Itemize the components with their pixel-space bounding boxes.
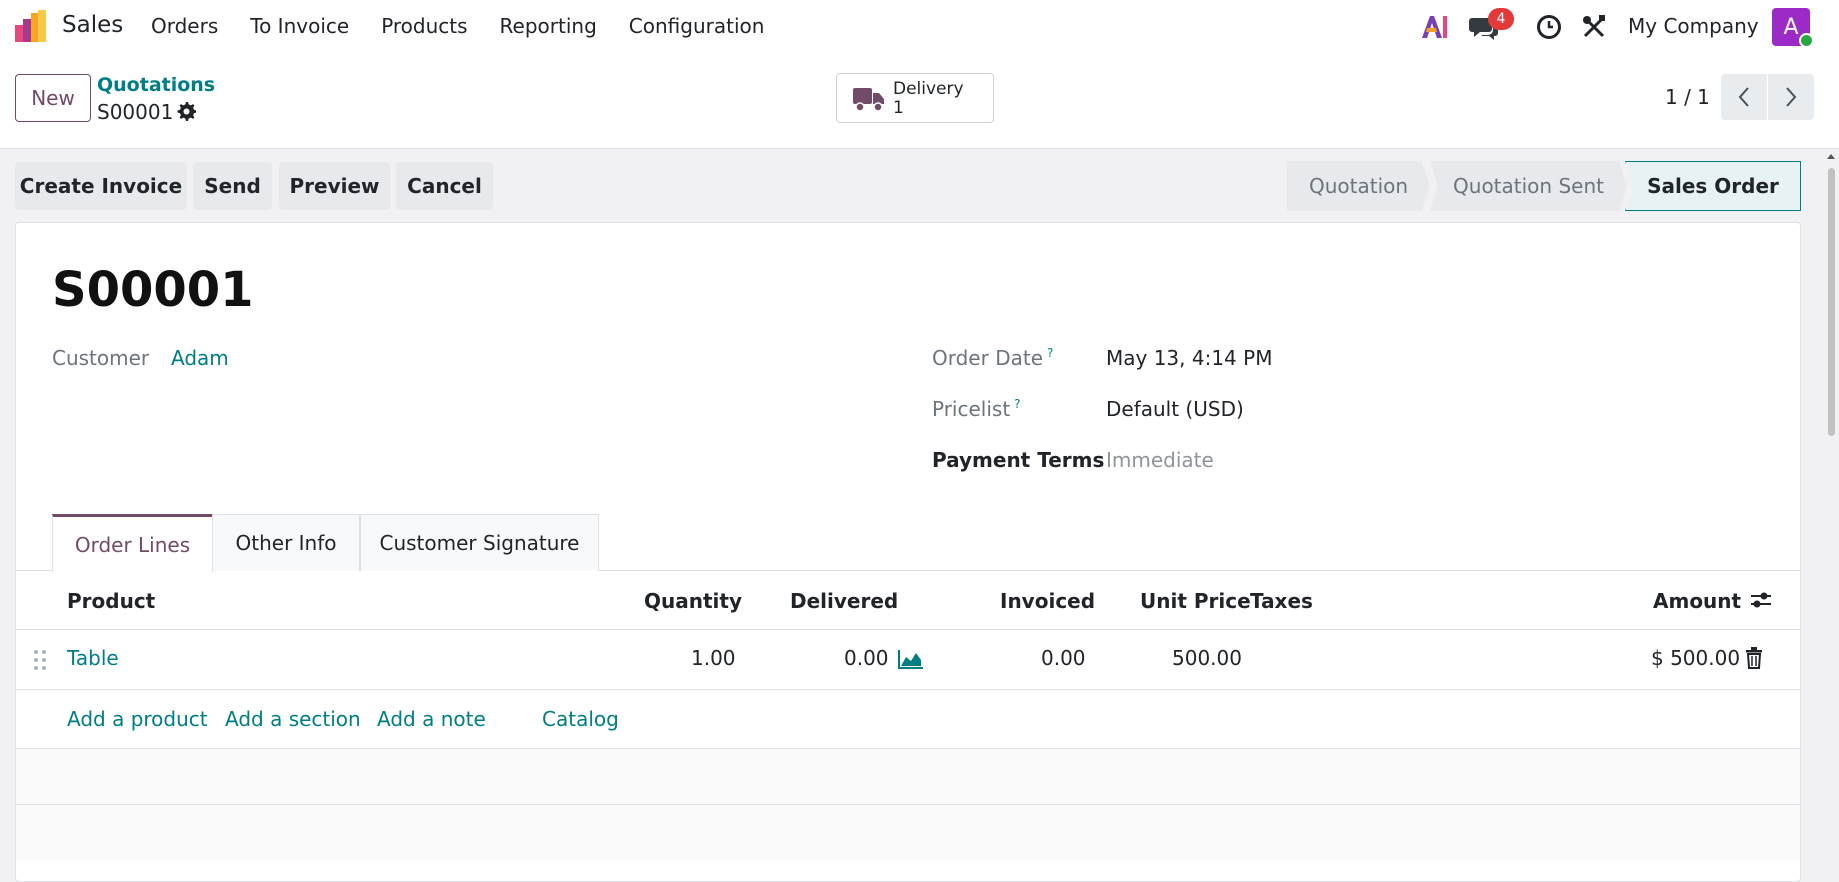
table-header-divider [15, 629, 1801, 630]
delivery-count: 1 [893, 98, 904, 118]
menu-item-to-invoice[interactable]: To Invoice [250, 14, 349, 38]
cell-amount: $ 500.00 [1651, 646, 1741, 670]
order-title: S00001 [52, 262, 254, 318]
payment-terms-field[interactable]: Immediate [1106, 448, 1214, 472]
top-navbar: Sales Orders To Invoice Products Reporti… [0, 0, 1839, 54]
delivery-label: Delivery [893, 79, 964, 99]
cancel-button[interactable]: Cancel [396, 162, 493, 210]
cell-invoiced: 0.00 [1041, 646, 1086, 670]
add-product-link[interactable]: Add a product [67, 707, 208, 731]
new-button[interactable]: New [15, 74, 91, 122]
company-switcher[interactable]: My Company [1628, 14, 1759, 38]
chevron-right-icon [1786, 87, 1797, 107]
create-invoice-button[interactable]: Create Invoice [15, 162, 187, 210]
online-status-dot [1799, 33, 1814, 48]
scroll-up-arrow-icon[interactable] [1826, 152, 1836, 160]
menu-item-reporting[interactable]: Reporting [500, 14, 597, 38]
ai-icon[interactable] [1420, 14, 1448, 40]
tools-icon[interactable] [1581, 14, 1607, 40]
app-name[interactable]: Sales [62, 12, 123, 38]
drag-handle-icon[interactable] [33, 649, 47, 671]
sales-logo-icon[interactable] [14, 10, 48, 44]
column-header-amount[interactable]: Amount [1653, 589, 1741, 613]
chevron-left-icon [1738, 87, 1749, 107]
customer-field[interactable]: Adam [171, 346, 229, 370]
main-menu: Orders To Invoice Products Reporting Con… [151, 14, 796, 38]
column-header-taxes[interactable]: Taxes [1250, 589, 1313, 613]
stage-quotation-sent[interactable]: Quotation Sent [1430, 161, 1627, 211]
breadcrumb-quotations[interactable]: Quotations [97, 74, 215, 96]
send-button[interactable]: Send [193, 162, 272, 210]
pager-next-button[interactable] [1768, 74, 1814, 120]
pager-previous-button[interactable] [1721, 74, 1767, 120]
column-header-unit-price[interactable]: Unit Price [1140, 589, 1251, 613]
tab-customer-signature[interactable]: Customer Signature [360, 514, 599, 571]
pricelist-field[interactable]: Default (USD) [1106, 397, 1244, 421]
truck-icon [853, 88, 884, 112]
preview-button[interactable]: Preview [279, 162, 390, 210]
empty-table-row [16, 749, 1800, 804]
order-date-field[interactable]: May 13, 4:14 PM [1106, 346, 1272, 370]
empty-table-row [16, 805, 1800, 860]
scrollbar-thumb[interactable] [1828, 168, 1835, 436]
forecast-chart-icon[interactable] [898, 649, 924, 669]
column-header-invoiced[interactable]: Invoiced [1000, 589, 1095, 613]
table-row-divider [15, 689, 1801, 690]
pricelist-help-icon[interactable]: ? [1014, 397, 1020, 411]
pricelist-label: Pricelist? [932, 397, 1021, 421]
delivery-smart-button[interactable]: Delivery 1 [836, 73, 994, 123]
customer-label: Customer [52, 346, 150, 370]
cell-quantity[interactable]: 1.00 [691, 646, 736, 670]
column-header-delivered[interactable]: Delivered [790, 589, 898, 613]
cell-delivered: 0.00 [844, 646, 889, 670]
message-count-badge: 4 [1488, 8, 1514, 30]
cell-product[interactable]: Table [67, 646, 119, 670]
order-date-help-icon[interactable]: ? [1047, 346, 1053, 360]
control-panel: New Quotations S00001 Delivery 1 1 / 1 [0, 54, 1839, 149]
trash-icon[interactable] [1745, 647, 1763, 669]
add-note-link[interactable]: Add a note [377, 707, 486, 731]
cell-unit-price[interactable]: 500.00 [1172, 646, 1242, 670]
optional-columns-icon[interactable] [1750, 589, 1772, 611]
column-header-product[interactable]: Product [67, 589, 155, 613]
clock-icon[interactable] [1536, 14, 1562, 40]
tab-order-lines[interactable]: Order Lines [52, 514, 213, 572]
tab-other-info[interactable]: Other Info [212, 514, 360, 571]
column-header-quantity[interactable]: Quantity [644, 589, 742, 613]
payment-terms-label: Payment Terms [932, 448, 1105, 472]
stage-sales-order[interactable]: Sales Order [1625, 161, 1801, 211]
order-date-label: Order Date? [932, 346, 1054, 370]
breadcrumb-current-record: S00001 [97, 100, 174, 124]
menu-item-orders[interactable]: Orders [151, 14, 218, 38]
pager-value[interactable]: 1 / 1 [1665, 85, 1710, 109]
menu-item-products[interactable]: Products [381, 14, 467, 38]
catalog-link[interactable]: Catalog [542, 707, 619, 731]
menu-item-configuration[interactable]: Configuration [629, 14, 765, 38]
gear-icon[interactable] [176, 101, 196, 121]
add-section-link[interactable]: Add a section [225, 707, 361, 731]
stage-quotation[interactable]: Quotation [1287, 161, 1430, 211]
